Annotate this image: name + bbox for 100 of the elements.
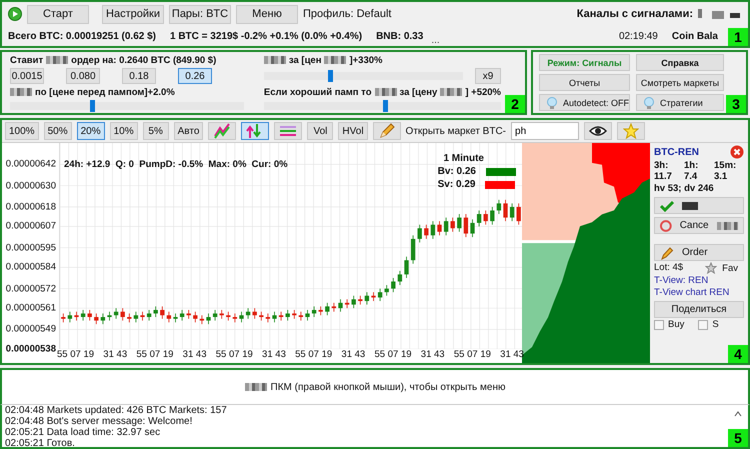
redacted-block xyxy=(440,88,462,96)
label-text: Если хороший памп то xyxy=(264,86,372,98)
zoom-button[interactable]: 5% xyxy=(142,122,169,140)
stat-value: 7.4 xyxy=(684,171,698,182)
status-text: 1 BTC = 3219$ -0.2% +0.1% (0.0% +0.4%) xyxy=(170,30,362,42)
label-text: Ставит xyxy=(10,54,44,66)
checkbox[interactable]: S xyxy=(698,319,719,330)
chart-tool-button[interactable] xyxy=(208,122,236,140)
slider-thumb[interactable] xyxy=(328,70,333,82)
share-button[interactable]: Поделиться xyxy=(654,301,744,318)
amount-button[interactable]: 0.18 xyxy=(122,68,156,84)
slider-track[interactable] xyxy=(264,70,463,82)
slider-thumb[interactable] xyxy=(90,100,95,112)
axis-label: 43 xyxy=(116,349,128,360)
panel-button[interactable]: Отчеты xyxy=(539,74,630,91)
pencil-icon xyxy=(378,122,396,140)
status-text: BNB: 0.33 xyxy=(376,30,424,42)
cancel-button[interactable]: Cance xyxy=(654,217,744,234)
axis-label: 55 xyxy=(136,349,147,360)
label-text: ордер на: 0.2640 BTC (849.90 $) xyxy=(71,54,216,66)
axis-label: 55 xyxy=(454,349,464,360)
label-text: ] +520% xyxy=(465,86,501,98)
zoom-button[interactable]: Авто xyxy=(174,122,204,140)
axis-label: 19 xyxy=(83,349,94,360)
axis-label: 07 xyxy=(467,349,478,360)
scroll-up-icon xyxy=(734,411,742,417)
panel-button[interactable]: Справка xyxy=(636,54,724,71)
axis-label: 07 xyxy=(388,349,398,360)
tradingview-link[interactable]: T-View chart REN xyxy=(654,287,744,298)
open-market-label: Открыть маркет BTC- xyxy=(406,126,506,136)
favorite-toggle[interactable]: Fav xyxy=(705,262,738,274)
amount-button[interactable]: 0.26 xyxy=(178,68,212,84)
axis-label: 0.00000538 xyxy=(6,344,56,354)
star-icon xyxy=(623,123,640,139)
slider-track[interactable] xyxy=(10,100,244,112)
zoom-button[interactable]: 100% xyxy=(5,122,39,140)
volume-button[interactable]: HVol xyxy=(338,122,368,140)
axis-label: 31 xyxy=(420,349,432,360)
view-button[interactable] xyxy=(584,122,612,140)
zoom-button[interactable]: 20% xyxy=(76,122,105,140)
axis-label: 19 xyxy=(480,349,491,360)
axis-label: 0.00000549 xyxy=(6,324,56,335)
profile-label: Профиль: Default xyxy=(303,8,392,20)
axis-label: 07 xyxy=(228,349,240,360)
coin-balance-label: Coin Bala xyxy=(672,30,718,42)
multiplier-button[interactable]: x9 xyxy=(475,68,501,84)
axis-label: 43 xyxy=(513,349,524,360)
axis-label: 43 xyxy=(434,349,445,360)
stat-value: 11.7 xyxy=(654,171,673,182)
log-line: 02:05:21 Data load time: 32.97 sec xyxy=(5,427,162,438)
tradingview-link[interactable]: T-View: REN xyxy=(654,275,744,286)
axis-label: 19 xyxy=(400,349,412,360)
toolbar-button[interactable]: Меню xyxy=(236,4,298,24)
chart-tool-button[interactable] xyxy=(274,122,302,140)
market-title[interactable]: BTC-REN xyxy=(654,146,699,158)
zoom-button[interactable]: 50% xyxy=(44,122,72,140)
axis-label: 0.00000572 xyxy=(6,283,56,294)
label-text: по [цене перед пампом]+2.0% xyxy=(35,86,175,98)
redacted-block xyxy=(244,383,267,391)
eye-icon xyxy=(589,124,608,138)
buy-button[interactable] xyxy=(654,197,744,214)
axis-label: 0.00000561 xyxy=(6,302,56,314)
checkbox[interactable]: Buy xyxy=(654,319,684,330)
axis-label: 0.00000618 xyxy=(6,201,56,212)
order-button[interactable]: Order xyxy=(654,244,744,261)
market-input-field[interactable]: ph xyxy=(511,122,580,140)
redacted-block xyxy=(324,56,346,64)
volume-button[interactable]: Vol xyxy=(307,122,334,140)
axis-label: 43 xyxy=(196,349,206,360)
axis-label: 55 xyxy=(295,349,306,360)
axis-label: 0.00000595 xyxy=(6,242,56,254)
lightbulb-icon xyxy=(546,96,558,110)
redacted-block xyxy=(264,56,286,64)
axis-label: 43 xyxy=(354,349,366,360)
panel-button[interactable]: Стратегии xyxy=(636,94,724,111)
amount-button[interactable]: 0.0015 xyxy=(10,68,44,84)
axis-label: 0.00000642 xyxy=(6,158,56,170)
panel-button[interactable]: Autodetect: OFF xyxy=(539,94,630,111)
chart-tool-button[interactable] xyxy=(372,122,401,140)
amount-button[interactable]: 0.080 xyxy=(66,68,100,84)
slider-thumb[interactable] xyxy=(382,100,388,112)
axis-label: 55 xyxy=(216,349,226,360)
toolbar-button[interactable]: Настройки xyxy=(102,4,164,24)
slider-track[interactable] xyxy=(264,100,501,112)
candlestick xyxy=(371,292,376,302)
redacted-block xyxy=(46,56,68,64)
toolbar-button[interactable]: Пары: BTC xyxy=(169,4,231,24)
toolbar-button[interactable]: Старт xyxy=(27,4,89,24)
more-indicator[interactable]: ... xyxy=(431,35,440,46)
volume-text: hv 53; dv 246 xyxy=(654,183,715,194)
axis-label: 0.00000630 xyxy=(6,180,56,192)
chart-tool-button[interactable] xyxy=(241,122,270,140)
log-line: 02:04:48 Markets updated: 426 BTC Markets: 157 xyxy=(5,405,228,416)
log-line: 02:04:48 Bot's server message: Welcome! xyxy=(5,416,194,427)
panel-button[interactable]: Смотреть маркеты xyxy=(636,74,724,91)
clock-time: 02:19:49 xyxy=(618,30,658,42)
channels-label: Каналы с сигналами: xyxy=(576,8,693,20)
log-line: 02:05:21 Готов. xyxy=(5,438,76,447)
axis-label: 31 xyxy=(182,349,194,360)
zoom-button[interactable]: 10% xyxy=(110,122,138,140)
